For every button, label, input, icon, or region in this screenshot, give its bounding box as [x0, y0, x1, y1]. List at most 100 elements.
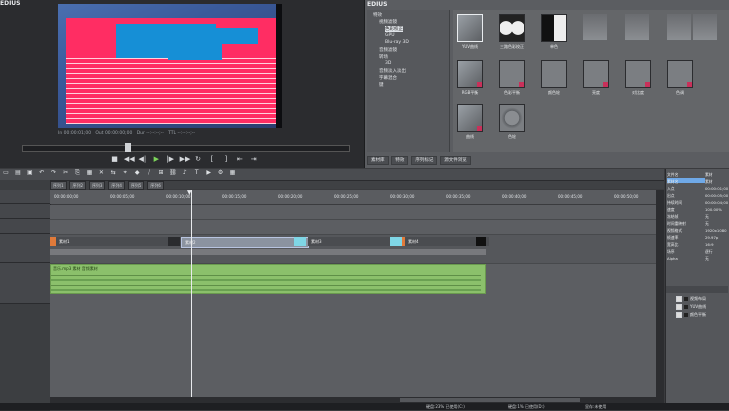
info-value: 素材	[705, 172, 713, 177]
mark-out-icon[interactable]: ]	[221, 155, 230, 163]
info-key: 出点	[667, 193, 675, 198]
tree-item-selected[interactable]: 色彩校正	[385, 26, 403, 32]
audio-clip[interactable]: 音乐.mp3 素材 音频素材	[50, 264, 486, 294]
snap-icon[interactable]: ⌖	[121, 169, 129, 177]
overwrite-icon[interactable]: ⇥	[249, 155, 258, 163]
playhead-handle-icon[interactable]: ▼	[187, 190, 196, 196]
effect-item[interactable]: 对比度	[625, 60, 651, 98]
layer-item[interactable]: 视频布局	[676, 296, 726, 302]
track-header-va[interactable]	[0, 234, 50, 263]
timeline-tracks[interactable]: 素材1 素材2 素材3 素材4 音乐.mp3 素材 音频素材	[50, 205, 664, 397]
mark-in-icon[interactable]: [	[207, 155, 216, 163]
group-icon[interactable]: ⊞	[157, 169, 165, 177]
tree-item[interactable]: 音频滤镜	[379, 47, 397, 53]
tree-item[interactable]: 键	[379, 82, 384, 88]
playhead[interactable]	[191, 190, 192, 397]
paste-icon[interactable]: ▦	[85, 169, 93, 177]
effect-label: 曲线	[466, 134, 474, 139]
loop-icon[interactable]: ↻	[194, 155, 203, 163]
tab-sequence-2[interactable]: 序列2	[69, 181, 87, 190]
effect-item[interactable]: 色彩平衡	[499, 60, 525, 98]
copy-icon[interactable]: ⎘	[74, 169, 82, 177]
effect-item[interactable]: 三路色彩校正	[499, 14, 525, 52]
next-frame-icon[interactable]: |▶	[166, 155, 175, 163]
tab-sequence-5[interactable]: 序列5	[127, 181, 145, 190]
timecode-in: In 00:00:01;00	[58, 131, 92, 136]
player-scrub-bar[interactable]	[22, 145, 350, 152]
effect-item[interactable]	[693, 14, 719, 52]
track-header-v2[interactable]	[0, 204, 50, 219]
new-sequence-icon[interactable]: ▭	[2, 169, 10, 177]
checkbox-icon[interactable]	[676, 304, 682, 310]
effect-item[interactable]: RGB平衡	[457, 60, 483, 98]
preview-stripe	[66, 68, 276, 69]
timeline-hscroll-thumb[interactable]	[400, 398, 580, 402]
track-header-v1[interactable]	[0, 219, 50, 234]
checkbox-icon[interactable]	[676, 312, 682, 318]
tab-markers[interactable]: 序列标记	[411, 156, 438, 165]
audio-icon[interactable]: ♪	[181, 169, 189, 177]
cut-icon[interactable]: ✂	[62, 169, 70, 177]
prev-frame-icon[interactable]: ◀|	[138, 155, 147, 163]
ripple-icon[interactable]: ⇆	[109, 169, 117, 177]
marker-icon[interactable]: ◆	[133, 169, 141, 177]
effect-item[interactable]: 颜色轮	[541, 60, 567, 98]
video-preview	[58, 4, 282, 128]
tree-item[interactable]: 音频淡入淡出	[379, 68, 406, 74]
track-header-a1[interactable]	[0, 263, 50, 304]
tree-item[interactable]: 特效	[373, 12, 382, 18]
stop-icon[interactable]: ■	[110, 155, 119, 163]
tab-sequence-4[interactable]: 序列4	[108, 181, 125, 190]
tree-item[interactable]: 3D	[385, 61, 391, 66]
scrub-handle[interactable]	[125, 143, 131, 152]
tab-sequence-3[interactable]: 序列3	[88, 181, 106, 190]
delete-icon[interactable]: ✕	[97, 169, 105, 177]
tree-item[interactable]: Blu-ray 3D	[385, 40, 409, 45]
video-clip[interactable]: 素材2	[181, 237, 309, 248]
tab-sequence-1[interactable]: 序列1	[50, 181, 67, 190]
tab-source-browser[interactable]: 源文件浏览	[440, 156, 471, 165]
render-icon[interactable]: ▶	[205, 169, 213, 177]
play-icon[interactable]: ▶	[152, 155, 161, 163]
effect-badge-icon	[477, 82, 482, 87]
split-icon[interactable]: ⧸	[145, 169, 153, 177]
info-row: 宽高比 16:9	[667, 242, 727, 248]
layer-item[interactable]: 颜色平衡	[676, 312, 726, 318]
tab-bin[interactable]: 素材库	[367, 156, 389, 165]
tree-item[interactable]: GPU	[385, 33, 395, 38]
title-icon[interactable]: T	[193, 169, 201, 177]
video-clip[interactable]: 素材1	[50, 237, 186, 246]
layer-item[interactable]: YUV曲线	[676, 304, 726, 310]
effect-item[interactable]: 曲线	[457, 104, 483, 142]
effect-item[interactable]: 单色	[541, 14, 567, 52]
effect-item[interactable]: 亮度	[583, 60, 609, 98]
tree-item[interactable]: 转场	[379, 54, 388, 60]
effect-item[interactable]	[583, 14, 609, 52]
layer-type-icon	[684, 297, 688, 301]
fast-forward-icon[interactable]: ▶▶	[180, 155, 191, 163]
effect-item[interactable]: 色轮	[499, 104, 525, 142]
tree-item[interactable]: 视频滤镜	[379, 19, 397, 25]
checkbox-icon[interactable]	[676, 296, 682, 302]
link-icon[interactable]: ⛓	[169, 169, 177, 177]
effect-item[interactable]: YUV曲线	[457, 14, 483, 52]
timeline-vscroll[interactable]	[656, 190, 664, 397]
effect-item[interactable]	[625, 14, 651, 52]
tab-sequence-6[interactable]: 序列6	[147, 181, 164, 190]
grid-icon[interactable]: ▦	[229, 169, 237, 177]
undo-icon[interactable]: ↶	[38, 169, 46, 177]
tab-effects[interactable]: 特效	[391, 156, 409, 165]
timeline-ruler[interactable]: 00:00:00;00 00:00:05;00 00:00:10;00 00:00:1…	[50, 190, 664, 204]
redo-icon[interactable]: ↷	[50, 169, 58, 177]
effect-item[interactable]	[667, 14, 693, 52]
open-icon[interactable]: ▤	[14, 169, 22, 177]
info-value: 00:00:01;00	[705, 186, 729, 191]
effect-item[interactable]: 色调	[667, 60, 693, 98]
status-vram: 显存:未使用	[585, 404, 607, 409]
tree-item[interactable]: 字幕混合	[379, 75, 397, 81]
video-clip[interactable]: 素材3	[308, 237, 400, 246]
rewind-icon[interactable]: ◀◀	[124, 155, 135, 163]
save-icon[interactable]: ▣	[26, 169, 34, 177]
settings-icon[interactable]: ⚙	[217, 169, 225, 177]
insert-icon[interactable]: ⇤	[235, 155, 244, 163]
